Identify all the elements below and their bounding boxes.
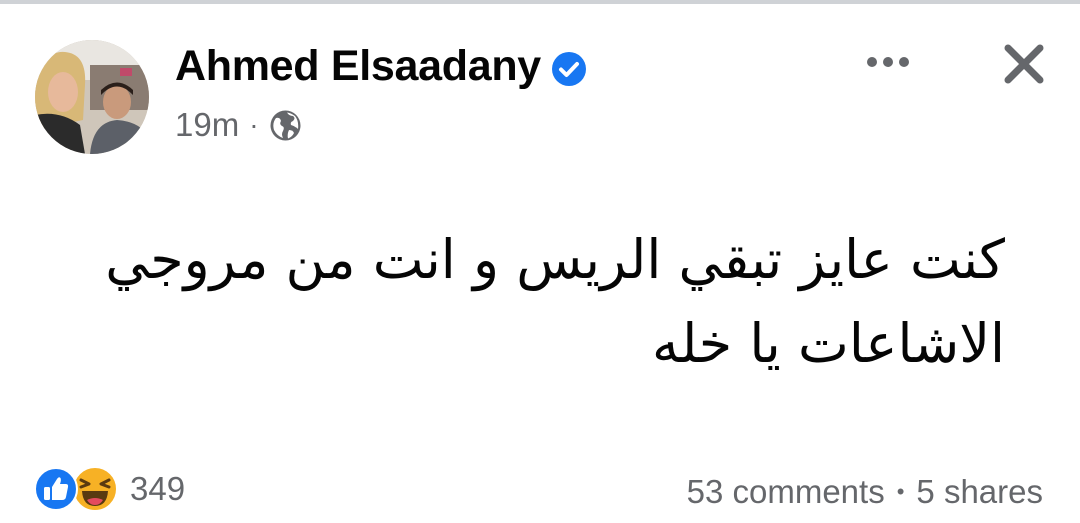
reactions-summary[interactable]: 349 <box>34 466 185 512</box>
post-footer: 349 53 comments • 5 shares <box>0 462 1080 522</box>
post-timestamp[interactable]: 19m <box>175 106 239 144</box>
author-name[interactable]: Ahmed Elsaadany <box>175 42 541 91</box>
globe-icon[interactable] <box>269 109 302 142</box>
like-reaction-icon <box>34 467 78 511</box>
more-icon <box>867 57 909 67</box>
close-button[interactable] <box>996 36 1052 92</box>
engagement-counts: 53 comments • 5 shares <box>687 473 1043 511</box>
haha-reaction-icon <box>72 466 118 512</box>
post-text-line-1: كنت عايز تبقي الريس و انت من مروجي <box>105 228 1005 291</box>
author-line: Ahmed Elsaadany <box>175 42 587 91</box>
author-avatar[interactable] <box>35 40 149 154</box>
post-text-line-2: الاشاعات يا خله <box>651 312 1005 375</box>
close-icon <box>1004 44 1044 84</box>
meta-separator: · <box>249 109 259 140</box>
shares-count[interactable]: 5 shares <box>916 473 1043 511</box>
counts-separator: • <box>896 479 905 504</box>
more-options-button[interactable] <box>858 42 918 82</box>
reaction-count: 349 <box>130 470 186 507</box>
verified-badge-icon <box>551 51 587 87</box>
post-meta: 19m · <box>175 106 302 144</box>
comments-count[interactable]: 53 comments <box>687 473 885 511</box>
post-header: Ahmed Elsaadany 19m · <box>0 0 1080 170</box>
post-body: كنت عايز تبقي الريس و انت من مروجي الاشا… <box>30 218 1005 386</box>
